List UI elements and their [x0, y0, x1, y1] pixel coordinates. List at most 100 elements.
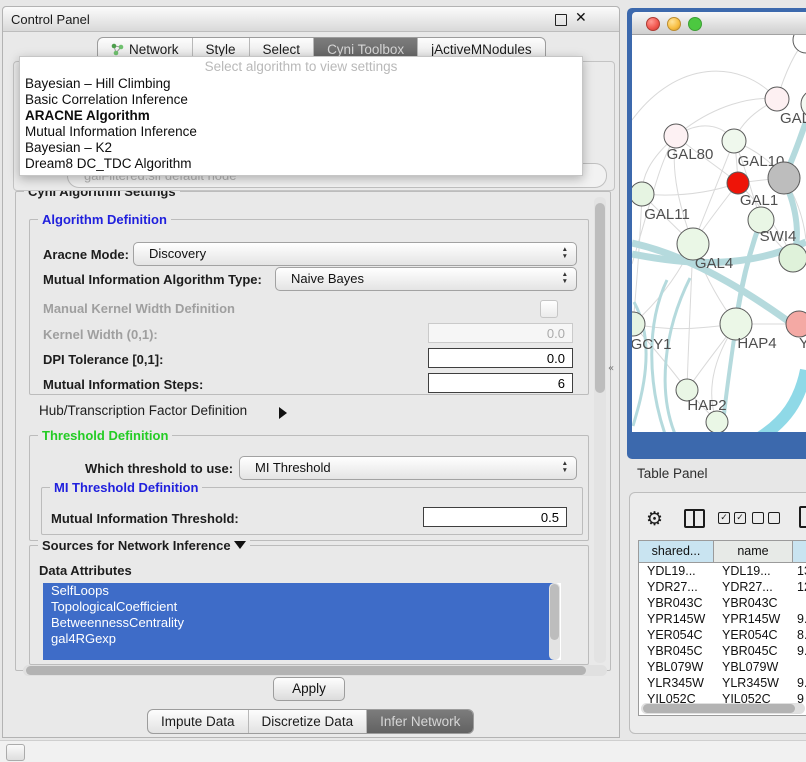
- mi-steps-label: Mutual Information Steps:: [43, 377, 203, 392]
- zoom-traffic-icon[interactable]: [688, 17, 702, 31]
- table-row[interactable]: YDR27...YDR27...12: [639, 579, 806, 595]
- table-hscrollbar[interactable]: [641, 703, 805, 714]
- network-node[interactable]: [706, 411, 728, 432]
- which-threshold-combo[interactable]: MI Threshold ▲▼: [239, 456, 577, 480]
- minimize-traffic-icon[interactable]: [667, 17, 681, 31]
- table-row[interactable]: YBR043CYBR043C: [639, 595, 806, 611]
- table-row[interactable]: YLR345WYLR345W9.: [639, 675, 806, 691]
- mi-type-label: Mutual Information Algorithm Type:: [43, 272, 262, 287]
- aracne-mode-combo[interactable]: Discovery ▲▼: [133, 242, 577, 266]
- network-node-label: GAL1: [740, 192, 778, 209]
- mi-type-value: Naive Bayes: [291, 271, 364, 286]
- network-node[interactable]: [768, 162, 800, 194]
- table-row[interactable]: YDL19...YDL19...13: [639, 563, 806, 579]
- dpi-tolerance-field[interactable]: [428, 348, 573, 368]
- stepper-icon: ▲▼: [562, 460, 568, 474]
- network-icon: [111, 43, 124, 56]
- table-panel-title: Table Panel: [637, 466, 708, 481]
- minimize-panel-button[interactable]: [6, 744, 25, 761]
- bottom-tabbar: Impute DataDiscretize DataInfer Network: [147, 709, 474, 734]
- gear-icon[interactable]: ⚙: [646, 508, 663, 530]
- list-scrollbar[interactable]: [549, 583, 560, 660]
- network-node[interactable]: [722, 129, 746, 153]
- dropdown-item[interactable]: Dream8 DC_TDC Algorithm: [20, 156, 582, 172]
- network-node[interactable]: [632, 182, 654, 206]
- stepper-icon: ▲▼: [562, 271, 568, 285]
- dropdown-item[interactable]: ARACNE Algorithm: [20, 108, 582, 124]
- settings-hscrollbar-thumb[interactable]: [26, 666, 586, 675]
- columns-icon[interactable]: [684, 509, 705, 528]
- table-cell: YLR345W: [639, 675, 714, 691]
- network-view-window[interactable]: GALGAL80GAL10GAL1GAL11GAL4SWI4GCY1HAP4YH…: [627, 8, 806, 459]
- dropdown-item[interactable]: Bayesian – Hill Climbing: [20, 76, 582, 92]
- table-hscrollbar-thumb[interactable]: [643, 704, 795, 713]
- network-titlebar[interactable]: [632, 12, 806, 35]
- hub-definition-label[interactable]: Hub/Transcription Factor Definition: [39, 403, 247, 418]
- table-cell: 9.: [793, 643, 806, 659]
- which-threshold-value: MI Threshold: [255, 460, 331, 475]
- list-item[interactable]: BetweennessCentrality: [43, 615, 555, 631]
- table-cell: 9.: [793, 675, 806, 691]
- float-icon[interactable]: [555, 14, 567, 26]
- data-attributes-list[interactable]: SelfLoopsTopologicalCoefficientBetweenne…: [43, 583, 561, 660]
- table-cell: YDL19...: [639, 563, 714, 579]
- network-node[interactable]: [727, 172, 749, 194]
- table-row[interactable]: YER054CYER054C8.: [639, 627, 806, 643]
- list-item[interactable]: SelfLoops: [43, 583, 555, 599]
- network-highlight-edge: [756, 370, 806, 432]
- network-node-label: GAL11: [644, 206, 690, 223]
- which-threshold-label: Which threshold to use:: [85, 461, 233, 476]
- network-node[interactable]: [793, 35, 806, 53]
- tab-infer-network[interactable]: Infer Network: [367, 710, 473, 733]
- settings-scrollbar[interactable]: [594, 197, 606, 663]
- mi-type-combo[interactable]: Naive Bayes ▲▼: [275, 267, 577, 291]
- table-cell: YDR27...: [639, 579, 714, 595]
- table-row[interactable]: YBR045CYBR045C9.: [639, 643, 806, 659]
- mi-steps-field[interactable]: [428, 373, 573, 393]
- apply-button[interactable]: Apply: [273, 677, 345, 701]
- column-header[interactable]: shared...: [639, 541, 714, 562]
- network-node[interactable]: [664, 124, 688, 148]
- group-title[interactable]: Sources for Network Inference: [38, 538, 250, 553]
- network-node[interactable]: [765, 87, 789, 111]
- table-cell: YER054C: [639, 627, 714, 643]
- list-item[interactable]: gal4RGexp: [43, 631, 555, 647]
- dpi-tolerance-label: DPI Tolerance [0,1]:: [43, 352, 163, 367]
- tab-discretize-data[interactable]: Discretize Data: [249, 710, 368, 733]
- settings-scrollbar-thumb[interactable]: [595, 203, 605, 393]
- dropdown-item[interactable]: Bayesian – K2: [20, 140, 582, 156]
- splitpane-grip[interactable]: «: [608, 363, 614, 374]
- kernel-width-field[interactable]: [428, 323, 573, 343]
- table-cell: [793, 595, 806, 611]
- dropdown-item-list: Bayesian – Hill ClimbingBasic Correlatio…: [20, 76, 582, 172]
- node-table[interactable]: shared...nameA YDL19...YDL19...13YDR27..…: [638, 540, 806, 716]
- column-header[interactable]: A: [793, 541, 806, 562]
- list-item-partial[interactable]: [43, 647, 555, 660]
- table-row[interactable]: YPR145WYPR145W9.: [639, 611, 806, 627]
- page-icon[interactable]: [799, 506, 806, 528]
- column-header[interactable]: name: [714, 541, 793, 562]
- close-traffic-icon[interactable]: [646, 17, 660, 31]
- manual-kernel-checkbox[interactable]: [540, 300, 558, 318]
- mi-threshold-field[interactable]: [423, 507, 567, 527]
- table-cell: YBR043C: [714, 595, 793, 611]
- expand-right-icon[interactable]: [279, 404, 287, 422]
- dropdown-item[interactable]: Basic Correlation Inference: [20, 92, 582, 108]
- list-item[interactable]: TopologicalCoefficient: [43, 599, 555, 615]
- unchecked-boxes-icon[interactable]: [752, 512, 780, 524]
- table-body: YDL19...YDL19...13YDR27...YDR27...12YBR0…: [639, 563, 806, 707]
- control-panel-titlebar[interactable]: Control Panel ✕: [3, 7, 619, 32]
- manual-kernel-label: Manual Kernel Width Definition: [43, 301, 235, 316]
- network-node[interactable]: [786, 311, 806, 337]
- dropdown-item[interactable]: Mutual Information Inference: [20, 124, 582, 140]
- network-canvas[interactable]: GALGAL80GAL10GAL1GAL11GAL4SWI4GCY1HAP4YH…: [632, 35, 806, 432]
- close-icon[interactable]: ✕: [575, 10, 587, 26]
- tab-impute-data[interactable]: Impute Data: [148, 710, 249, 733]
- table-cell: 9.: [793, 611, 806, 627]
- network-node[interactable]: [779, 244, 806, 272]
- settings-hscrollbar[interactable]: [23, 665, 607, 676]
- list-scrollbar-thumb[interactable]: [550, 584, 559, 640]
- table-row[interactable]: YBL079WYBL079W: [639, 659, 806, 675]
- checked-boxes-icon[interactable]: ✓✓: [718, 512, 746, 524]
- tab-label: Network: [129, 42, 179, 57]
